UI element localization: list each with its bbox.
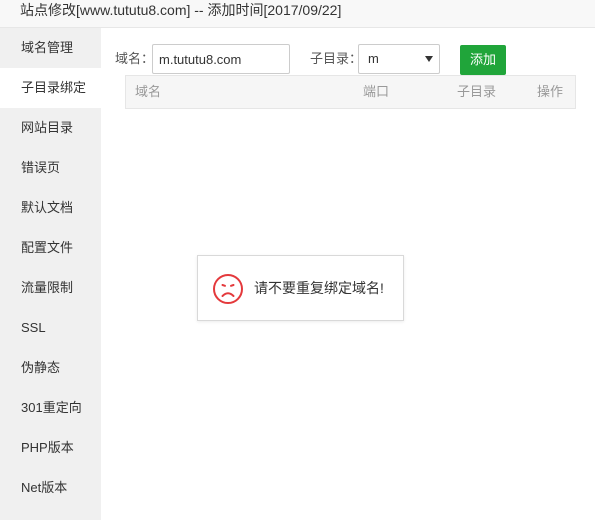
table-header: 域名 端口 子目录 操作	[125, 75, 576, 109]
main-panel: 域名： 子目录： m 添加 域名 端口 子目录 操作 请不要重复绑定域名!	[101, 28, 595, 520]
sidebar-item-php-version[interactable]: PHP版本	[0, 428, 101, 468]
domain-label: 域名：	[115, 51, 155, 66]
sidebar-item-site-directory[interactable]: 网站目录	[0, 108, 101, 148]
sidebar-item-ssl[interactable]: SSL	[0, 308, 101, 348]
sidebar-item-net-version[interactable]: Net版本	[0, 468, 101, 508]
column-header-actions: 操作	[537, 84, 564, 99]
chevron-down-icon	[425, 56, 433, 62]
sidebar-item-default-document[interactable]: 默认文档	[0, 188, 101, 228]
toast-text: 请不要重复绑定域名!	[254, 280, 384, 296]
add-button[interactable]: 添加	[460, 45, 506, 75]
sidebar-item-error-page[interactable]: 错误页	[0, 148, 101, 188]
column-header-domain: 域名	[135, 84, 162, 99]
sidebar-item-rewrite[interactable]: 伪静态	[0, 348, 101, 388]
sidebar-item-subdirectory-binding[interactable]: 子目录绑定	[0, 68, 101, 108]
sidebar-item-domain-management[interactable]: 域名管理	[0, 28, 101, 68]
subdir-label: 子目录：	[310, 51, 363, 66]
sidebar: 域名管理 子目录绑定 网站目录 错误页 默认文档 配置文件 流量限制 SSL 伪…	[0, 28, 101, 520]
domain-input[interactable]	[152, 44, 290, 74]
sad-face-icon	[213, 274, 243, 304]
subdir-select[interactable]: m	[358, 44, 440, 74]
sidebar-item-redirect-301[interactable]: 301重定向	[0, 388, 101, 428]
sidebar-item-config-file[interactable]: 配置文件	[0, 228, 101, 268]
toast-message: 请不要重复绑定域名!	[197, 255, 404, 321]
sidebar-item-traffic-limit[interactable]: 流量限制	[0, 268, 101, 308]
subdir-select-value: m	[368, 51, 379, 66]
window-title: 站点修改[www.tututu8.com] -- 添加时间[2017/09/22…	[20, 2, 342, 18]
window-titlebar: 站点修改[www.tututu8.com] -- 添加时间[2017/09/22…	[0, 0, 595, 28]
column-header-subdirectory: 子目录	[457, 84, 497, 99]
column-header-port: 端口	[363, 84, 390, 99]
